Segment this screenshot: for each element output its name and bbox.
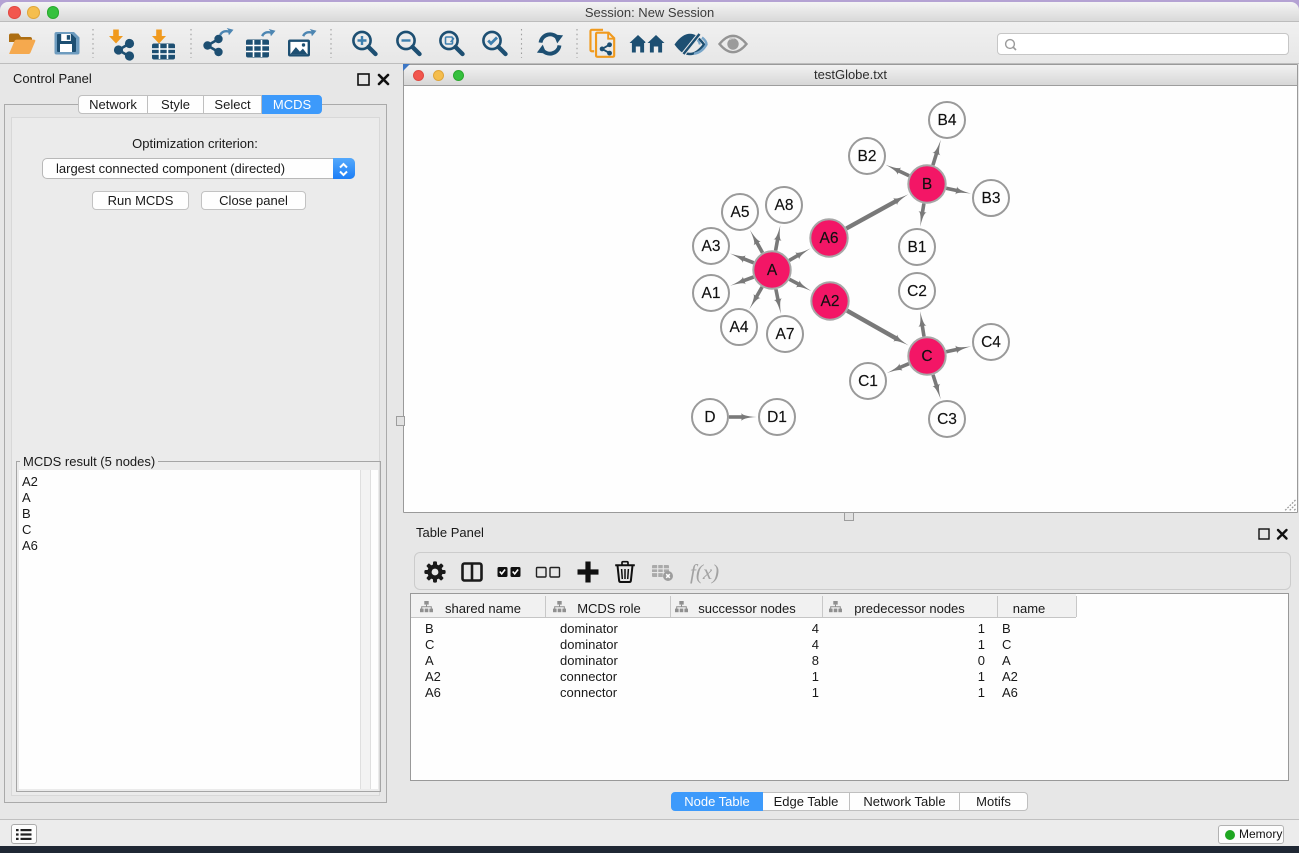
svg-text:B2: B2 bbox=[858, 148, 877, 165]
svg-text:A3: A3 bbox=[702, 238, 721, 255]
svg-text:C2: C2 bbox=[907, 283, 927, 300]
svg-text:D: D bbox=[704, 409, 715, 426]
svg-text:B3: B3 bbox=[982, 190, 1001, 207]
svg-text:B4: B4 bbox=[938, 112, 957, 129]
svg-text:B1: B1 bbox=[908, 239, 927, 256]
svg-text:A4: A4 bbox=[730, 319, 749, 336]
svg-text:A8: A8 bbox=[775, 197, 794, 214]
svg-text:A6: A6 bbox=[820, 230, 839, 247]
svg-text:C: C bbox=[921, 348, 932, 365]
svg-text:C3: C3 bbox=[937, 411, 957, 428]
svg-text:A2: A2 bbox=[821, 293, 840, 310]
svg-text:C1: C1 bbox=[858, 373, 878, 390]
svg-text:A: A bbox=[767, 262, 778, 279]
svg-text:A1: A1 bbox=[702, 285, 721, 302]
svg-text:B: B bbox=[922, 176, 932, 193]
svg-text:C4: C4 bbox=[981, 334, 1001, 351]
svg-text:A5: A5 bbox=[731, 204, 750, 221]
svg-text:D1: D1 bbox=[767, 409, 787, 426]
svg-text:A7: A7 bbox=[776, 326, 795, 343]
